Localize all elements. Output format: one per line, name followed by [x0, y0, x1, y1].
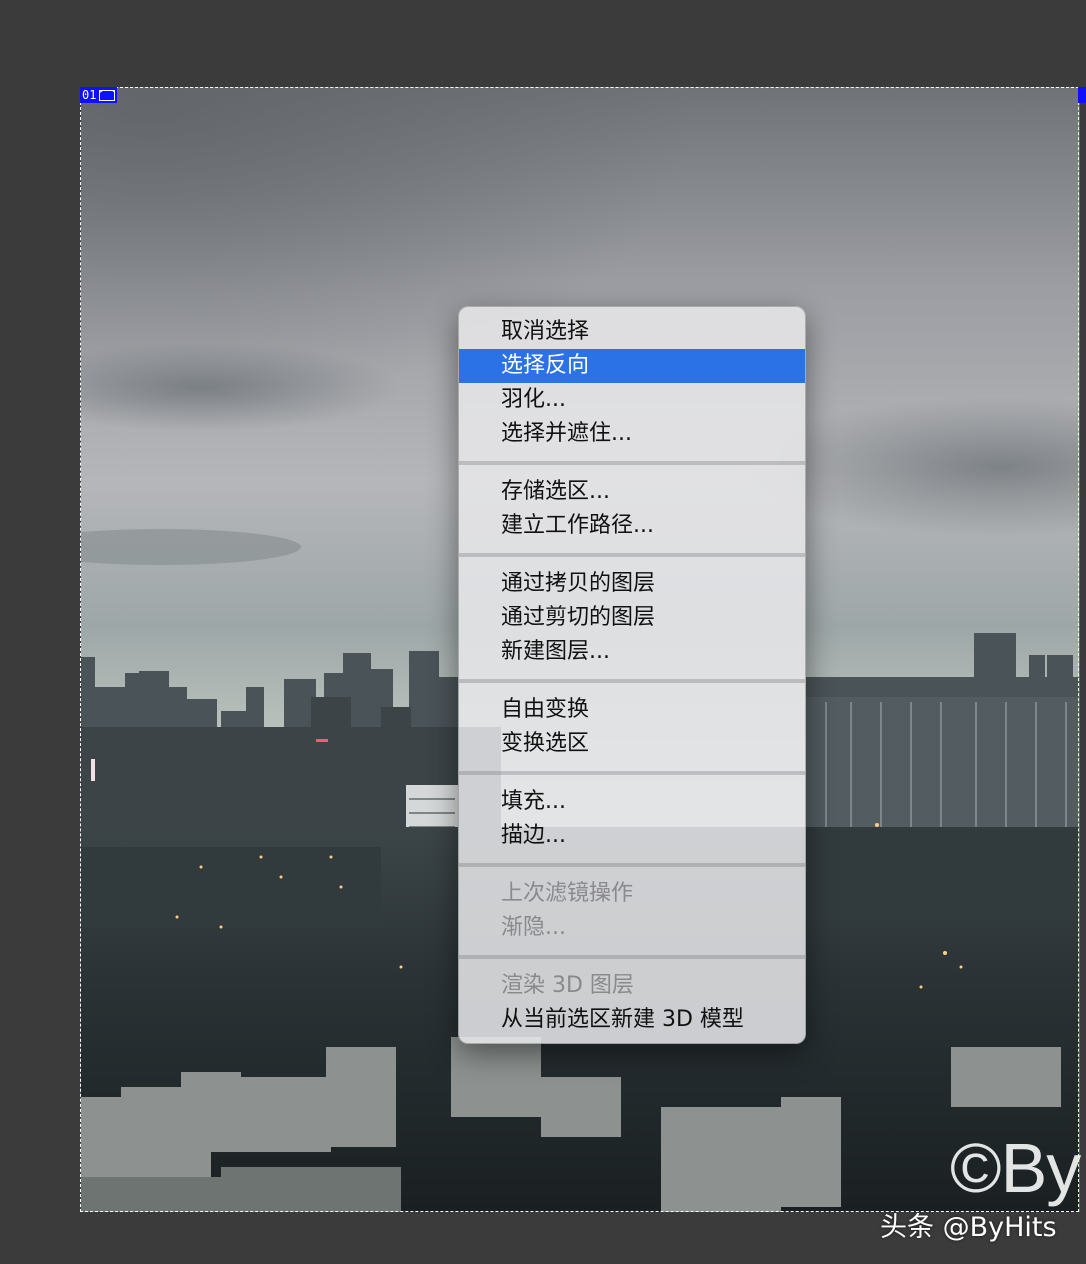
slice-guide-line: [1079, 103, 1080, 1212]
photoshop-workspace: 01 取消选择 选择反向 羽化... 选择并遮住... 存储选区... 建立工作路径...…: [0, 0, 1086, 1264]
menu-item[interactable]: 选择反向: [459, 349, 805, 383]
menu-separator: [459, 461, 805, 465]
watermark-large: ©By: [950, 1129, 1081, 1207]
menu-item: 渲染 3D 图层: [501, 973, 634, 998]
menu-item[interactable]: 变换选区: [459, 727, 805, 761]
slice-number: 01: [82, 88, 97, 102]
menu-item[interactable]: 建立工作路径...: [459, 509, 805, 543]
watermark-small: 头条 @ByHits: [880, 1212, 1057, 1243]
menu-separator: [459, 863, 805, 867]
menu-item[interactable]: 从当前选区新建 3D 模型: [459, 1003, 805, 1037]
menu-separator: [459, 771, 805, 775]
slice-image-icon: [99, 89, 116, 101]
menu-item[interactable]: 自由变换: [459, 693, 805, 727]
menu-item[interactable]: 羽化...: [459, 383, 805, 417]
menu-item[interactable]: 描边...: [459, 819, 805, 853]
menu-item[interactable]: 存储选区...: [459, 475, 805, 509]
menu-item[interactable]: 通过剪切的图层: [459, 601, 805, 635]
menu-item: 上次滤镜操作: [501, 881, 634, 906]
menu-item[interactable]: 取消选择: [459, 315, 805, 349]
menu-separator: [459, 679, 805, 683]
context-menu: 取消选择 选择反向 羽化... 选择并遮住... 存储选区... 建立工作路径... 通过拷…: [458, 306, 806, 1044]
menu-item[interactable]: 通过拷贝的图层: [459, 567, 805, 601]
menu-item[interactable]: 填充...: [459, 785, 805, 819]
slice-badge: 01: [80, 87, 118, 103]
menu-item[interactable]: 新建图层...: [459, 635, 805, 669]
menu-item: 渐隐...: [501, 915, 566, 940]
menu-separator: [459, 553, 805, 557]
menu-item[interactable]: 选择并遮住...: [459, 417, 805, 451]
menu-separator: [459, 955, 805, 959]
slice-badge-right: [1078, 87, 1086, 103]
